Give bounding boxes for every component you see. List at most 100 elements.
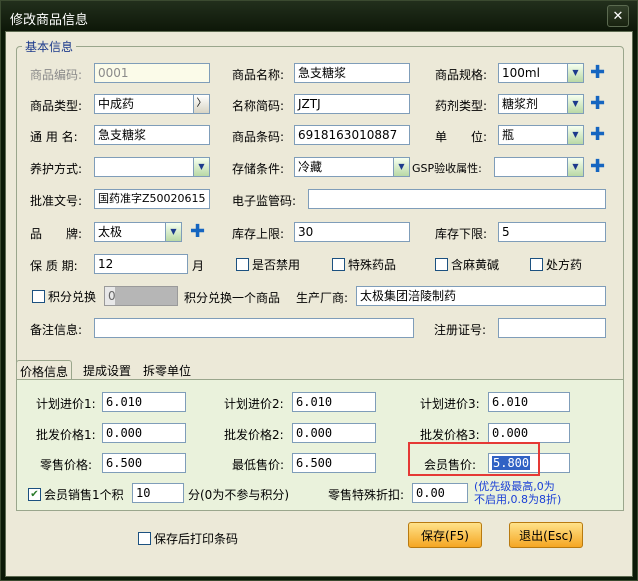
wholesale-price-3-field[interactable]: 0.000 xyxy=(488,423,570,443)
brand-label: 品 牌: xyxy=(30,227,83,241)
storage-select[interactable]: 冷藏 ▼ xyxy=(294,157,410,177)
exit-button[interactable]: 退出(Esc) xyxy=(509,522,583,548)
add-brand-plus-icon[interactable]: ✚ xyxy=(190,223,205,241)
remark-label: 备注信息: xyxy=(30,323,83,337)
special-drug-checkbox[interactable]: 特殊药品 xyxy=(332,256,396,273)
close-icon: ✕ xyxy=(612,8,624,24)
brand-value: 太极 xyxy=(98,225,123,239)
plan-price-2-field[interactable]: 6.010 xyxy=(292,392,376,412)
manufacturer-field[interactable]: 太极集团涪陵制药 xyxy=(356,286,606,306)
wholesale-price-1-label: 批发价格1: xyxy=(36,428,96,442)
dosage-label: 药剂类型: xyxy=(435,99,488,113)
spec-value: 100ml xyxy=(502,66,540,80)
barcode-field[interactable]: 6918163010887 xyxy=(294,125,410,145)
dialog-window: 修改商品信息 ✕ 基本信息 商品编码: 0001 商品名称: 急支糖浆 商品规格… xyxy=(0,0,638,581)
basic-info-legend: 基本信息 xyxy=(22,38,77,55)
print-after-save-label: 保存后打印条码 xyxy=(154,532,239,546)
chevron-down-icon[interactable]: ▼ xyxy=(567,158,583,176)
retail-price-field[interactable]: 6.500 xyxy=(102,453,186,473)
storage-label: 存储条件: xyxy=(232,162,285,176)
title-bar[interactable]: 修改商品信息 ✕ xyxy=(1,1,637,31)
brand-select[interactable]: 太极 ▼ xyxy=(94,222,182,242)
abbr-field[interactable]: JZTJ xyxy=(294,94,410,114)
shelf-life-unit: 月 xyxy=(192,259,205,273)
shelf-life-field[interactable]: 12 xyxy=(94,254,188,274)
disabled-checkbox-label: 是否禁用 xyxy=(252,258,301,272)
care-label: 养护方式: xyxy=(30,162,83,176)
tab-commission[interactable]: 提成设置 xyxy=(80,360,134,380)
member-points-checkbox[interactable]: ✔ 会员销售1个积 xyxy=(28,486,124,503)
code-field[interactable]: 0001 xyxy=(94,63,210,83)
unit-label: 单 位: xyxy=(435,130,488,144)
approval-label: 批准文号: xyxy=(30,194,83,208)
disabled-checkbox[interactable]: 是否禁用 xyxy=(236,256,300,273)
dosage-select[interactable]: 糖浆剂 ▼ xyxy=(498,94,584,114)
generic-name-label: 通 用 名: xyxy=(30,130,78,144)
spec-select[interactable]: 100ml ▼ xyxy=(498,63,584,83)
ephedrine-checkbox[interactable]: 含麻黄碱 xyxy=(435,256,499,273)
gsp-label: GSP验收属性: xyxy=(412,162,482,175)
eregcode-field[interactable] xyxy=(308,189,606,209)
code-label: 商品编码: xyxy=(30,68,83,82)
special-drug-checkbox-label: 特殊药品 xyxy=(348,258,397,272)
type-picker-button[interactable]: 〉 xyxy=(193,95,209,113)
chevron-down-icon[interactable]: ▼ xyxy=(193,158,209,176)
member-points-checkbox-label: 会员销售1个积 xyxy=(44,488,124,502)
print-after-save-checkbox[interactable]: 保存后打印条码 xyxy=(138,530,238,547)
chevron-down-icon[interactable]: ▼ xyxy=(165,223,181,241)
stock-max-label: 库存上限: xyxy=(232,227,285,241)
points-value-field[interactable]: 0 xyxy=(104,286,178,306)
checkbox-box xyxy=(530,258,543,271)
wholesale-price-1-field[interactable]: 0.000 xyxy=(102,423,186,443)
chevron-down-icon[interactable]: ▼ xyxy=(567,126,583,144)
gsp-select[interactable]: ▼ xyxy=(494,157,584,177)
plan-price-1-field[interactable]: 6.010 xyxy=(102,392,186,412)
shelf-life-label: 保 质 期: xyxy=(30,259,78,273)
approval-field[interactable]: 国药准字Z50020615 xyxy=(94,189,210,209)
type-field[interactable]: 中成药 〉 xyxy=(94,94,210,114)
lowest-price-field[interactable]: 6.500 xyxy=(292,453,376,473)
storage-value: 冷藏 xyxy=(298,160,323,174)
ephedrine-checkbox-label: 含麻黄碱 xyxy=(451,258,500,272)
lowest-price-label: 最低售价: xyxy=(232,458,285,472)
generic-name-field[interactable]: 急支糖浆 xyxy=(94,125,210,145)
stock-min-field[interactable]: 5 xyxy=(498,222,606,242)
care-select[interactable]: ▼ xyxy=(94,157,210,177)
points-exchange-checkbox[interactable]: 积分兑换 xyxy=(32,288,96,305)
add-gsp-plus-icon[interactable]: ✚ xyxy=(590,158,605,176)
unit-select[interactable]: 瓶 ▼ xyxy=(498,125,584,145)
manufacturer-label: 生产厂商: xyxy=(296,291,349,305)
name-label: 商品名称: xyxy=(232,68,285,82)
wholesale-price-2-field[interactable]: 0.000 xyxy=(292,423,376,443)
tab-price-info[interactable]: 价格信息 xyxy=(16,360,73,380)
add-spec-plus-icon[interactable]: ✚ xyxy=(590,64,605,82)
wholesale-price-2-label: 批发价格2: xyxy=(224,428,284,442)
plan-price-3-label: 计划进价3: xyxy=(420,397,480,411)
prescription-checkbox[interactable]: 处方药 xyxy=(530,256,582,273)
add-dosage-plus-icon[interactable]: ✚ xyxy=(590,95,605,113)
type-label: 商品类型: xyxy=(30,99,83,113)
add-unit-plus-icon[interactable]: ✚ xyxy=(590,126,605,144)
remark-field[interactable] xyxy=(94,318,414,338)
member-price-highlight xyxy=(408,442,540,476)
name-field[interactable]: 急支糖浆 xyxy=(294,63,410,83)
tab-split-unit[interactable]: 拆零单位 xyxy=(140,360,194,380)
abbr-label: 名称简码: xyxy=(232,99,285,113)
checkbox-box xyxy=(138,532,151,545)
save-button[interactable]: 保存(F5) xyxy=(408,522,482,548)
stock-max-field[interactable]: 30 xyxy=(294,222,410,242)
member-points-field[interactable]: 10 xyxy=(132,483,184,503)
checkbox-box xyxy=(332,258,345,271)
chevron-down-icon[interactable]: ▼ xyxy=(567,64,583,82)
close-button[interactable]: ✕ xyxy=(607,5,629,27)
prescription-checkbox-label: 处方药 xyxy=(546,258,583,272)
plan-price-3-field[interactable]: 6.010 xyxy=(488,392,570,412)
stock-min-label: 库存下限: xyxy=(435,227,488,241)
checkbox-box xyxy=(32,290,45,303)
chevron-down-icon[interactable]: ▼ xyxy=(567,95,583,113)
plan-price-1-label: 计划进价1: xyxy=(36,397,96,411)
dosage-value: 糖浆剂 xyxy=(502,97,539,111)
special-discount-field[interactable]: 0.00 xyxy=(412,483,468,503)
regno-field[interactable] xyxy=(498,318,606,338)
chevron-down-icon[interactable]: ▼ xyxy=(393,158,409,176)
